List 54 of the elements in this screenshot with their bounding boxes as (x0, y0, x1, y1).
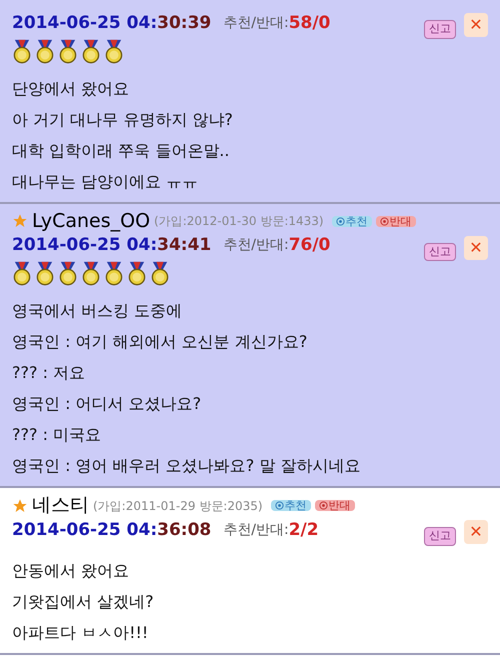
target-icon (380, 216, 389, 226)
oppose-button[interactable]: 반대 (376, 216, 416, 226)
votes-label: 추천/반대: (223, 236, 289, 256)
close-button[interactable]: ✕ (464, 520, 488, 544)
medal-icon (150, 261, 170, 286)
oppose-button[interactable]: 반대 (314, 500, 355, 511)
medal-icon (35, 38, 55, 64)
medal-icon (12, 261, 32, 286)
comment-line: 영국인 : 여기 해외에서 오신분 계신가요? (12, 331, 308, 353)
timestamp: 2014-06-25 04:36:08 (12, 518, 212, 542)
timestamp: 2014-06-25 04:34:41 (12, 234, 212, 257)
medal-icon (81, 261, 101, 286)
report-button[interactable]: 신고 (424, 242, 456, 261)
votes-count: 76/0 (288, 234, 330, 257)
close-button[interactable]: ✕ (464, 236, 488, 260)
comment-line: ??? : 저요 (12, 362, 86, 384)
star-icon (12, 213, 28, 229)
medal-icon (127, 261, 147, 286)
report-button[interactable]: 신고 (424, 527, 456, 546)
target-icon (318, 501, 328, 510)
comment-line: 영국인 : 어디서 오셨나요? (12, 393, 202, 415)
member-info: (가입:2012-01-30 방문:1433) (154, 215, 324, 227)
comment-line: 아파트다 ㅂㅅ아!!! (12, 622, 150, 644)
author-name: LyCanes_OO (32, 212, 150, 230)
target-icon (274, 501, 284, 510)
comment-line: 아 거기 대나무 유명하지 않냐? (12, 108, 234, 130)
medal-icon (104, 261, 124, 286)
member-info: (가입:2011-01-29 방문:2035) (93, 500, 263, 512)
comment-line: 기왓집에서 살겠네? (12, 590, 155, 612)
timestamp: 2014-06-25 04:30:39 (12, 12, 212, 34)
votes-label: 추천/반대: (223, 14, 289, 33)
medal-icon (81, 38, 101, 64)
comment-line: 대학 입학이래 쭈욱 들어온말.. (12, 140, 230, 162)
star-icon (12, 498, 28, 514)
report-button[interactable]: 신고 (424, 20, 456, 38)
votes-label: 추천/반대: (223, 520, 289, 540)
author-name: 네스티 (32, 496, 89, 515)
comment-line: 단양에서 왔어요 (12, 78, 130, 100)
recommend-button[interactable]: 추천 (332, 216, 372, 226)
close-button[interactable]: ✕ (464, 13, 488, 38)
medal-icon (58, 38, 78, 64)
medal-icon (35, 261, 55, 286)
comment-line: 영국인 : 영어 배우러 오셨나봐요? 말 잘하시네요 (12, 455, 362, 477)
votes-count: 58/0 (288, 12, 330, 34)
comment-line: 안동에서 왔어요 (12, 560, 130, 582)
target-icon (336, 216, 345, 226)
medal-icon (12, 38, 32, 64)
votes-count: 2/2 (288, 518, 319, 542)
comment-line: 대나무는 담양이에요 ㅠㅠ (12, 170, 200, 192)
medal-icon (104, 38, 124, 64)
medal-icon (58, 261, 78, 286)
comment-line: ??? : 미국요 (12, 424, 102, 446)
comment-line: 영국에서 버스킹 도중에 (12, 300, 184, 322)
recommend-button[interactable]: 추천 (270, 500, 311, 511)
